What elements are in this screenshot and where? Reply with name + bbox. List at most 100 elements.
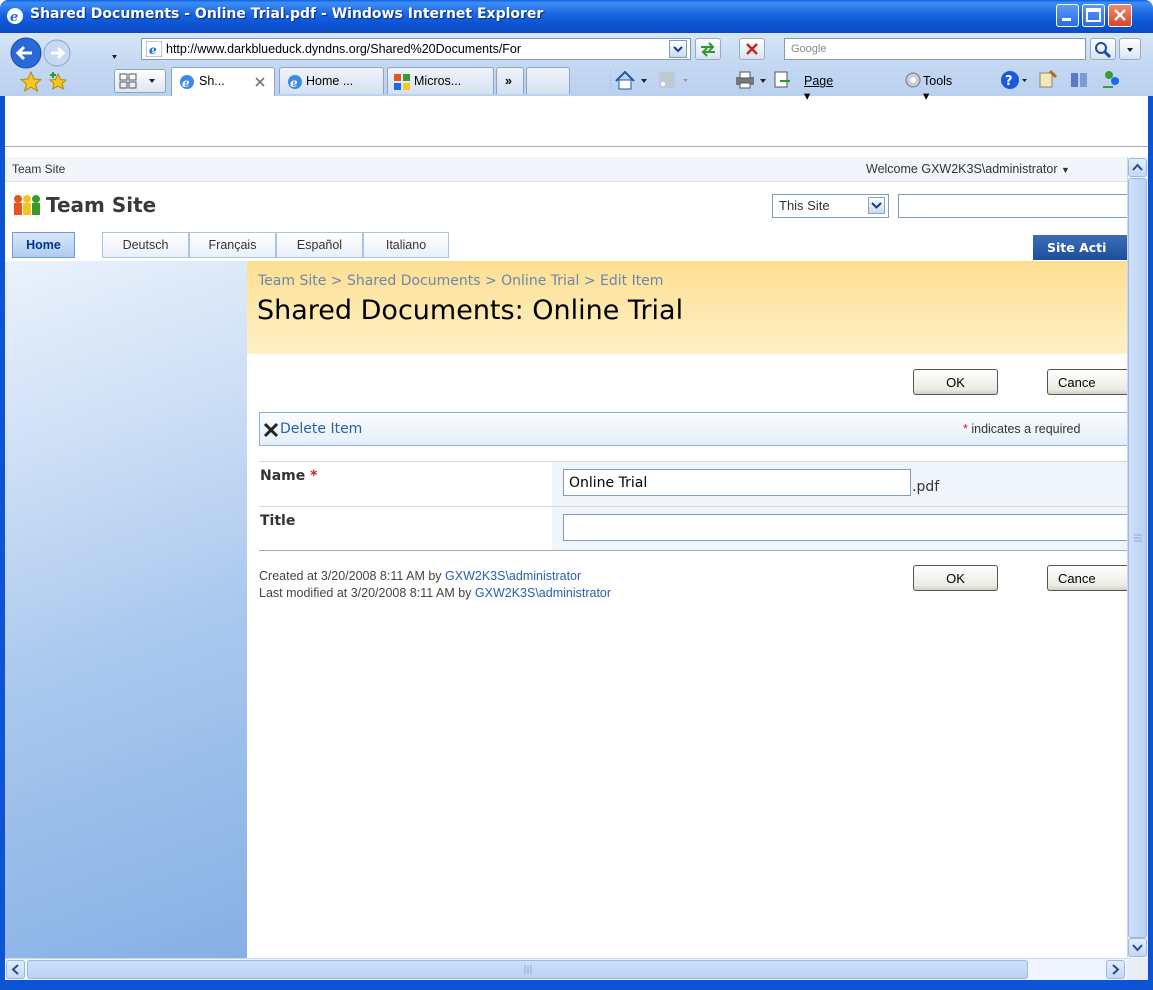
print-dropdown-icon[interactable] [760, 79, 766, 83]
page-menu[interactable]: Page ▾ [804, 74, 833, 103]
form-toolbar: Delete Item * indicates a required [259, 412, 1128, 446]
home-dropdown-icon[interactable] [641, 79, 647, 83]
nav-tab-home[interactable]: Home [12, 232, 75, 258]
add-to-favorites-button[interactable] [47, 71, 69, 96]
ok-button-bottom[interactable]: OK [913, 565, 998, 591]
window-title: Shared Documents - Online Trial.pdf - Wi… [30, 6, 544, 22]
search-options-button[interactable] [1119, 38, 1141, 60]
add-favorite-icon [48, 72, 68, 91]
tools-menu[interactable]: Tools ▾ [923, 74, 952, 103]
page-icon [774, 71, 790, 88]
name-field-label: Name * [260, 468, 317, 484]
site-actions-label: Site Acti [1047, 240, 1107, 255]
address-dropdown-button[interactable] [669, 40, 687, 58]
svg-text:?: ? [1005, 74, 1013, 89]
chevron-up-icon [1132, 163, 1143, 171]
window-frame-right [1148, 96, 1153, 990]
print-icon[interactable] [736, 71, 754, 89]
help-icon[interactable]: ? [1001, 71, 1019, 89]
translate-icon[interactable] [1071, 73, 1087, 87]
site-actions-menu[interactable]: Site Acti [1033, 235, 1128, 260]
created-by-link[interactable]: GXW2K3S\administrator [445, 569, 581, 583]
scroll-left-button[interactable] [6, 960, 25, 979]
maximize-button[interactable] [1082, 4, 1105, 27]
home-icon[interactable] [615, 70, 635, 90]
required-star: * [310, 468, 318, 484]
recent-pages-dropdown-icon[interactable] [112, 55, 117, 59]
quick-tabs-icon [119, 73, 155, 89]
feeds-dropdown-icon [683, 79, 688, 82]
close-window-button[interactable] [1108, 4, 1132, 27]
svg-text:e: e [290, 76, 298, 90]
nav-tab-label: Deutsch [122, 238, 169, 252]
address-input[interactable]: e http://www.darkblueduck.dyndns.org/Sha… [141, 38, 691, 60]
scroll-down-button[interactable] [1128, 938, 1147, 957]
back-button[interactable] [10, 37, 42, 69]
search-go-button[interactable] [1090, 38, 1116, 60]
nav-tab-italiano[interactable]: Italiano [363, 232, 449, 258]
search-scope-value: This Site [779, 198, 830, 213]
chevron-left-icon [11, 964, 19, 975]
welcome-menu[interactable]: Welcome GXW2K3S\administrator ▼ [866, 162, 1070, 176]
messenger-icon[interactable] [1103, 71, 1119, 88]
site-title[interactable]: Team Site [46, 193, 156, 217]
scroll-right-button[interactable] [1106, 960, 1125, 979]
scroll-up-button[interactable] [1128, 158, 1147, 177]
stop-button[interactable] [739, 38, 765, 60]
global-breadcrumb-link[interactable]: Team Site [12, 162, 65, 176]
navigation-buttons [8, 37, 117, 69]
scrollbar-corner [1127, 958, 1148, 980]
close-tab-icon[interactable] [254, 76, 266, 88]
page-breadcrumb[interactable]: Team Site > Shared Documents > Online Tr… [258, 273, 663, 289]
tabs-overflow-button[interactable]: » [496, 67, 524, 94]
forward-button[interactable] [43, 39, 71, 67]
team-site-logo-icon [12, 194, 42, 219]
search-scope-select[interactable]: This Site [772, 194, 889, 218]
office-logo-icon [394, 74, 410, 90]
scope-dropdown-button[interactable] [868, 197, 885, 214]
address-url: http://www.darkblueduck.dyndns.org/Share… [166, 42, 522, 56]
modified-by-link[interactable]: GXW2K3S\administrator [475, 586, 611, 600]
delete-item-link[interactable]: Delete Item [280, 421, 362, 437]
minimize-button[interactable] [1056, 4, 1079, 27]
ok-button-top[interactable]: OK [913, 369, 998, 395]
chevron-down-icon [673, 46, 683, 53]
help-dropdown-icon[interactable] [1022, 79, 1027, 82]
cancel-label: Cance [1058, 571, 1096, 586]
chevron-down-icon [1127, 48, 1133, 52]
created-text: Created at 3/20/2008 8:11 AM by [259, 569, 446, 583]
name-input[interactable]: Online Trial [563, 469, 911, 496]
browser-tab-home[interactable]: e Home ... [279, 67, 384, 94]
cancel-button-top[interactable]: Cance [1047, 369, 1128, 395]
refresh-button[interactable] [695, 38, 721, 60]
research-icon[interactable] [1039, 69, 1058, 88]
nav-tab-deutsch[interactable]: Deutsch [102, 232, 189, 258]
page-menu-label: Page [804, 74, 834, 88]
favorites-center-button[interactable] [19, 70, 43, 96]
name-input-value: Online Trial [569, 475, 648, 491]
tab-label: Sh... [199, 74, 225, 88]
delete-x-icon [263, 422, 279, 438]
site-search-input[interactable] [898, 194, 1128, 218]
quick-tabs-button[interactable] [114, 69, 166, 93]
nav-tab-label: Home [26, 238, 61, 252]
nav-tab-francais[interactable]: Français [189, 232, 276, 258]
vertical-scroll-thumb[interactable] [1128, 178, 1147, 938]
nav-tab-espanol[interactable]: Español [276, 232, 363, 258]
nav-tab-label: Español [296, 238, 343, 252]
left-navigation-panel [5, 261, 247, 958]
new-tab-button[interactable] [526, 67, 570, 94]
browser-tab-shared-documents[interactable]: e Sh... [171, 67, 275, 96]
feeds-icon[interactable] [659, 72, 675, 88]
star-icon [19, 70, 43, 93]
cancel-button-bottom[interactable]: Cance [1047, 565, 1128, 591]
welcome-text: Welcome GXW2K3S\administrator [866, 162, 1058, 176]
top-navigation: Home Deutsch Français Español Italiano [12, 232, 1127, 260]
overflow-chevron-icon: » [505, 74, 512, 88]
required-fields-note: * indicates a required [963, 422, 1080, 436]
title-input[interactable] [563, 514, 1128, 541]
browser-tab-microsoft[interactable]: Micros... [387, 67, 494, 94]
svg-text:e: e [149, 43, 157, 57]
horizontal-scroll-thumb[interactable] [27, 960, 1028, 979]
browser-search-input[interactable]: Google [784, 38, 1086, 60]
